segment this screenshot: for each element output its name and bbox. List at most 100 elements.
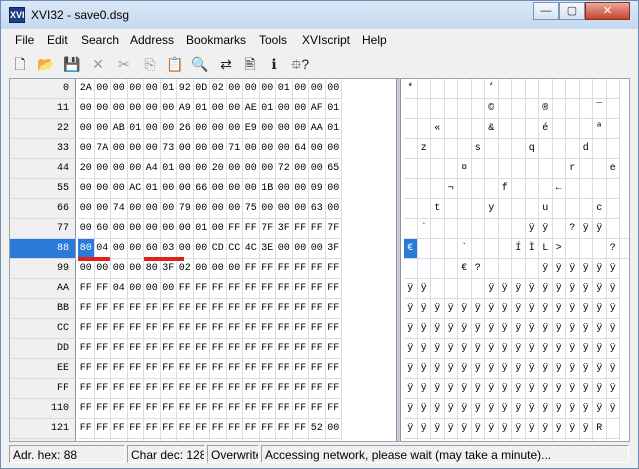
hex-byte[interactable]: 00 — [127, 139, 144, 159]
hex-byte[interactable]: 00 — [292, 199, 309, 219]
ascii-char[interactable] — [431, 239, 445, 259]
ascii-char[interactable] — [471, 199, 485, 219]
ascii-char[interactable] — [566, 239, 580, 259]
ascii-char[interactable]: ÿ — [471, 379, 485, 399]
ascii-char[interactable] — [431, 159, 445, 179]
hex-byte[interactable]: FF — [160, 299, 177, 319]
ascii-char[interactable] — [539, 159, 553, 179]
ascii-char[interactable]: ÿ — [525, 419, 539, 439]
hex-byte[interactable]: FF — [144, 339, 161, 359]
ascii-char[interactable]: ÿ — [444, 419, 458, 439]
ascii-char[interactable]: ÿ — [539, 319, 553, 339]
ascii-char[interactable] — [579, 79, 593, 99]
hex-byte[interactable]: FF — [111, 419, 128, 439]
ascii-char[interactable]: ÿ — [458, 339, 472, 359]
ascii-char[interactable]: ÿ — [566, 339, 580, 359]
ascii-char[interactable]: ÿ — [593, 299, 607, 319]
ascii-char[interactable] — [417, 179, 431, 199]
app-icon[interactable]: XVI — [9, 7, 25, 23]
hex-byte[interactable]: FF — [243, 379, 260, 399]
hex-byte[interactable]: 00 — [325, 179, 342, 199]
hex-byte[interactable]: FF — [259, 419, 276, 439]
hex-byte[interactable]: 00 — [210, 179, 227, 199]
hex-byte[interactable]: FF — [177, 339, 194, 359]
hex-byte[interactable]: 00 — [260, 439, 276, 441]
hex-byte[interactable]: 00 — [243, 439, 260, 441]
hex-byte[interactable]: FF — [78, 299, 95, 319]
hex-byte[interactable]: 00 — [276, 179, 293, 199]
ascii-char[interactable]: ÿ — [579, 399, 593, 419]
ascii-char[interactable] — [498, 79, 512, 99]
ascii-char[interactable]: ÿ — [566, 299, 580, 319]
hex-byte[interactable]: FF — [78, 279, 95, 299]
hex-byte[interactable]: 00 — [128, 439, 144, 441]
ascii-char[interactable]: ÿ — [525, 279, 539, 299]
hex-byte[interactable]: FF — [309, 299, 326, 319]
ascii-char[interactable]: q — [525, 139, 539, 159]
ascii-char[interactable] — [512, 99, 526, 119]
hex-byte[interactable]: FF — [160, 419, 177, 439]
hex-byte[interactable]: 00 — [227, 439, 243, 441]
ascii-char[interactable]: ÿ — [606, 399, 620, 419]
ascii-char[interactable] — [431, 279, 445, 299]
hex-byte[interactable]: 00 — [292, 179, 309, 199]
hex-byte[interactable]: 3F — [276, 219, 293, 239]
ascii-char[interactable]: Í — [512, 239, 526, 259]
ascii-char[interactable]: y — [485, 199, 499, 219]
hex-byte[interactable]: 0D — [193, 79, 210, 99]
ascii-char[interactable] — [431, 179, 445, 199]
hex-byte[interactable]: 64 — [292, 139, 309, 159]
ascii-char[interactable] — [458, 139, 472, 159]
hex-byte[interactable]: FF — [78, 399, 95, 419]
hex-byte[interactable]: 00 — [226, 159, 243, 179]
hex-byte[interactable]: 00 — [292, 159, 309, 179]
hex-byte[interactable]: FF — [193, 279, 210, 299]
ascii-char[interactable]: ® — [539, 99, 553, 119]
ascii-char[interactable]: ← — [552, 179, 566, 199]
hex-byte[interactable]: 09 — [309, 179, 326, 199]
ascii-char[interactable]: ÿ — [404, 279, 418, 299]
ascii-char[interactable]: ÿ — [512, 319, 526, 339]
ascii-char[interactable] — [498, 259, 512, 279]
ascii-char[interactable] — [471, 119, 485, 139]
hex-byte[interactable]: FF — [276, 299, 293, 319]
hex-byte[interactable]: 66 — [193, 179, 210, 199]
hex-byte[interactable]: FF — [177, 319, 194, 339]
ascii-char[interactable]: ÿ — [552, 399, 566, 419]
hex-byte[interactable]: 75 — [243, 199, 260, 219]
hex-byte[interactable]: 00 — [292, 99, 309, 119]
ascii-char[interactable]: ÿ — [606, 279, 620, 299]
ascii-char[interactable] — [404, 199, 418, 219]
hex-byte[interactable]: 03 — [160, 239, 177, 259]
hex-byte[interactable]: FF — [276, 339, 293, 359]
hex-byte[interactable]: FF — [177, 399, 194, 419]
hex-byte[interactable]: 00 — [193, 159, 210, 179]
hex-byte[interactable]: FF — [226, 299, 243, 319]
hex-byte[interactable]: 00 — [111, 79, 128, 99]
hex-byte[interactable]: FF — [78, 419, 95, 439]
ascii-char[interactable] — [498, 159, 512, 179]
hex-byte[interactable]: FF — [309, 219, 326, 239]
hex-byte[interactable]: 00 — [276, 99, 293, 119]
hex-byte[interactable]: 26 — [177, 119, 194, 139]
hex-byte[interactable]: FF — [94, 339, 111, 359]
hex-byte[interactable]: FF — [78, 339, 95, 359]
hex-byte[interactable]: 00 — [292, 119, 309, 139]
ascii-char[interactable]: e — [606, 159, 620, 179]
ascii-char[interactable]: ÿ — [552, 379, 566, 399]
ascii-char[interactable]: z — [417, 139, 431, 159]
hex-byte[interactable]: 00 — [111, 219, 128, 239]
ascii-char[interactable] — [593, 139, 607, 159]
menu-search[interactable]: Search — [81, 33, 119, 47]
hex-byte[interactable]: 00 — [161, 439, 177, 441]
ascii-char[interactable]: u — [539, 199, 553, 219]
hex-byte[interactable]: 01 — [325, 99, 342, 119]
ascii-char[interactable]: ÿ — [498, 319, 512, 339]
ascii-char[interactable] — [552, 219, 566, 239]
ascii-char[interactable]: ÿ — [431, 359, 445, 379]
hex-byte[interactable]: FF — [325, 259, 342, 279]
hex-byte[interactable]: 52 — [309, 419, 326, 439]
hex-byte[interactable]: FF — [259, 279, 276, 299]
hex-byte[interactable]: FF — [78, 379, 95, 399]
hex-byte[interactable]: FF — [243, 419, 260, 439]
